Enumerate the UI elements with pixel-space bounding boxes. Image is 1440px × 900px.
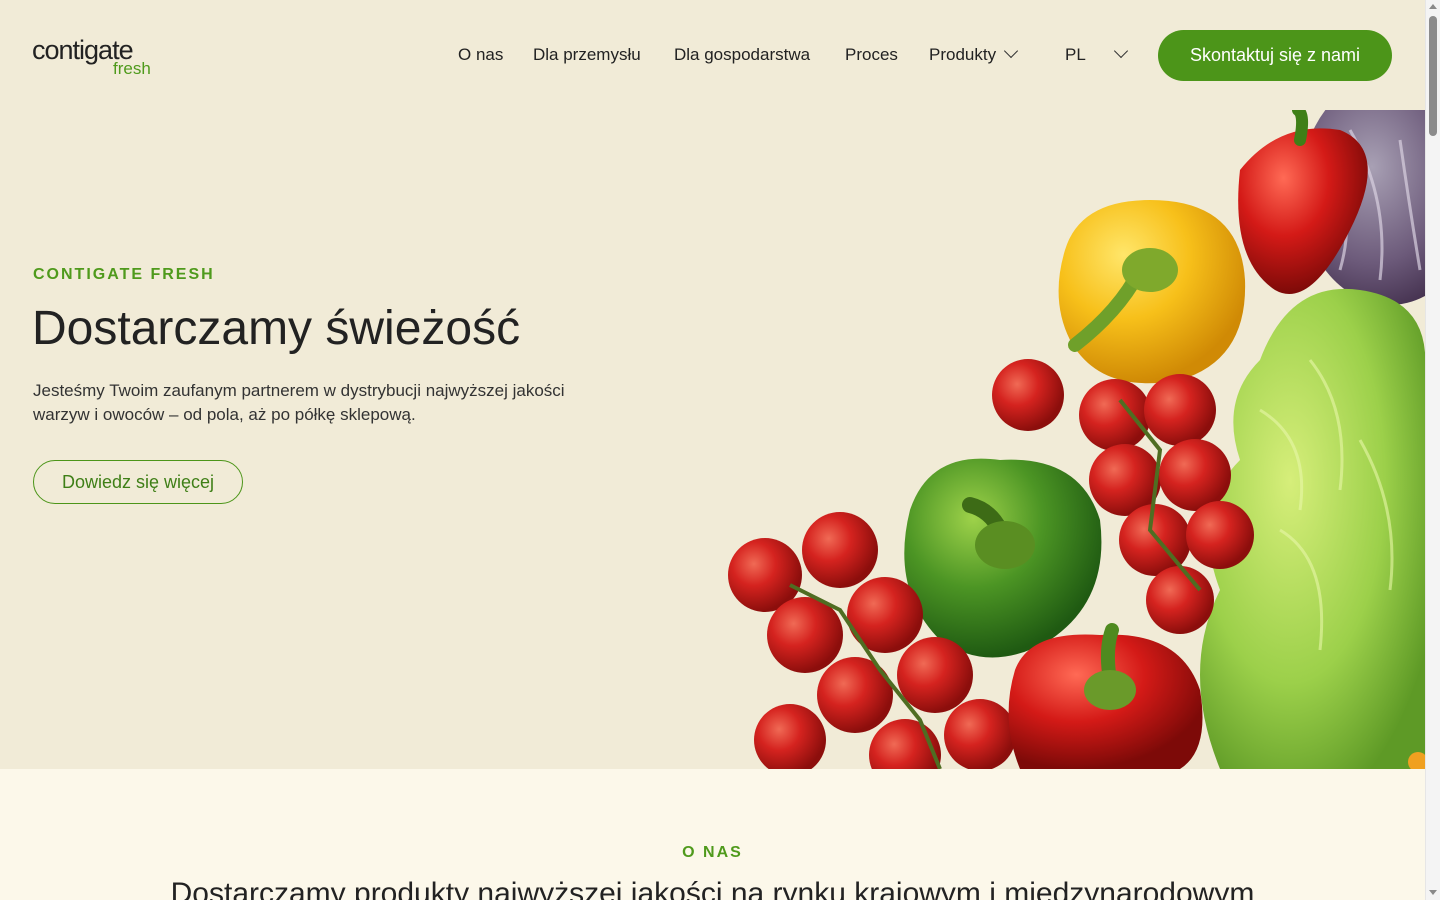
nav-item-produkty-label: Produkty	[929, 45, 997, 64]
nav-item-dla-przemyslu[interactable]: Dla przemysłu	[533, 44, 641, 66]
language-label: PL	[1065, 45, 1086, 64]
hero-title: Dostarczamy świeżość	[32, 302, 521, 355]
hero-description: Jesteśmy Twoim zaufanym partnerem w dyst…	[33, 381, 565, 424]
scrollbar-thumb[interactable]	[1429, 16, 1437, 136]
nav-item-o-nas[interactable]: O nas	[458, 44, 503, 66]
about-title: Dostarczamy produkty najwyższej jakości …	[170, 877, 1255, 900]
about-section: O NAS Dostarczamy produkty najwyższej ja…	[0, 769, 1425, 900]
nav-item-dla-gospodarstwa[interactable]: Dla gospodarstwa	[674, 44, 810, 66]
chevron-down-icon	[1113, 43, 1128, 59]
site-header: contigate fresh O nas Dla przemysłu Dla …	[0, 0, 1425, 110]
scroll-up-arrow-icon[interactable]	[1429, 4, 1437, 9]
scrollbar[interactable]	[1425, 0, 1440, 900]
nav-item-proces[interactable]: Proces	[845, 44, 898, 66]
nav-item-produkty[interactable]: Produkty	[929, 43, 1019, 66]
contact-button[interactable]: Skontaktuj się z nami	[1158, 30, 1392, 81]
scroll-down-arrow-icon[interactable]	[1429, 890, 1437, 895]
about-eyebrow: O NAS	[682, 844, 743, 861]
logo[interactable]: contigate fresh	[32, 35, 162, 81]
page: contigate fresh O nas Dla przemysłu Dla …	[0, 0, 1425, 900]
logo-sub-text: fresh	[113, 59, 151, 78]
chevron-down-icon	[1004, 43, 1019, 59]
vegetables-image	[728, 110, 1425, 769]
hero-eyebrow: CONTIGATE FRESH	[33, 266, 215, 283]
language-selector[interactable]: PL	[1065, 43, 1128, 66]
learn-more-button[interactable]: Dowiedz się więcej	[33, 460, 243, 504]
